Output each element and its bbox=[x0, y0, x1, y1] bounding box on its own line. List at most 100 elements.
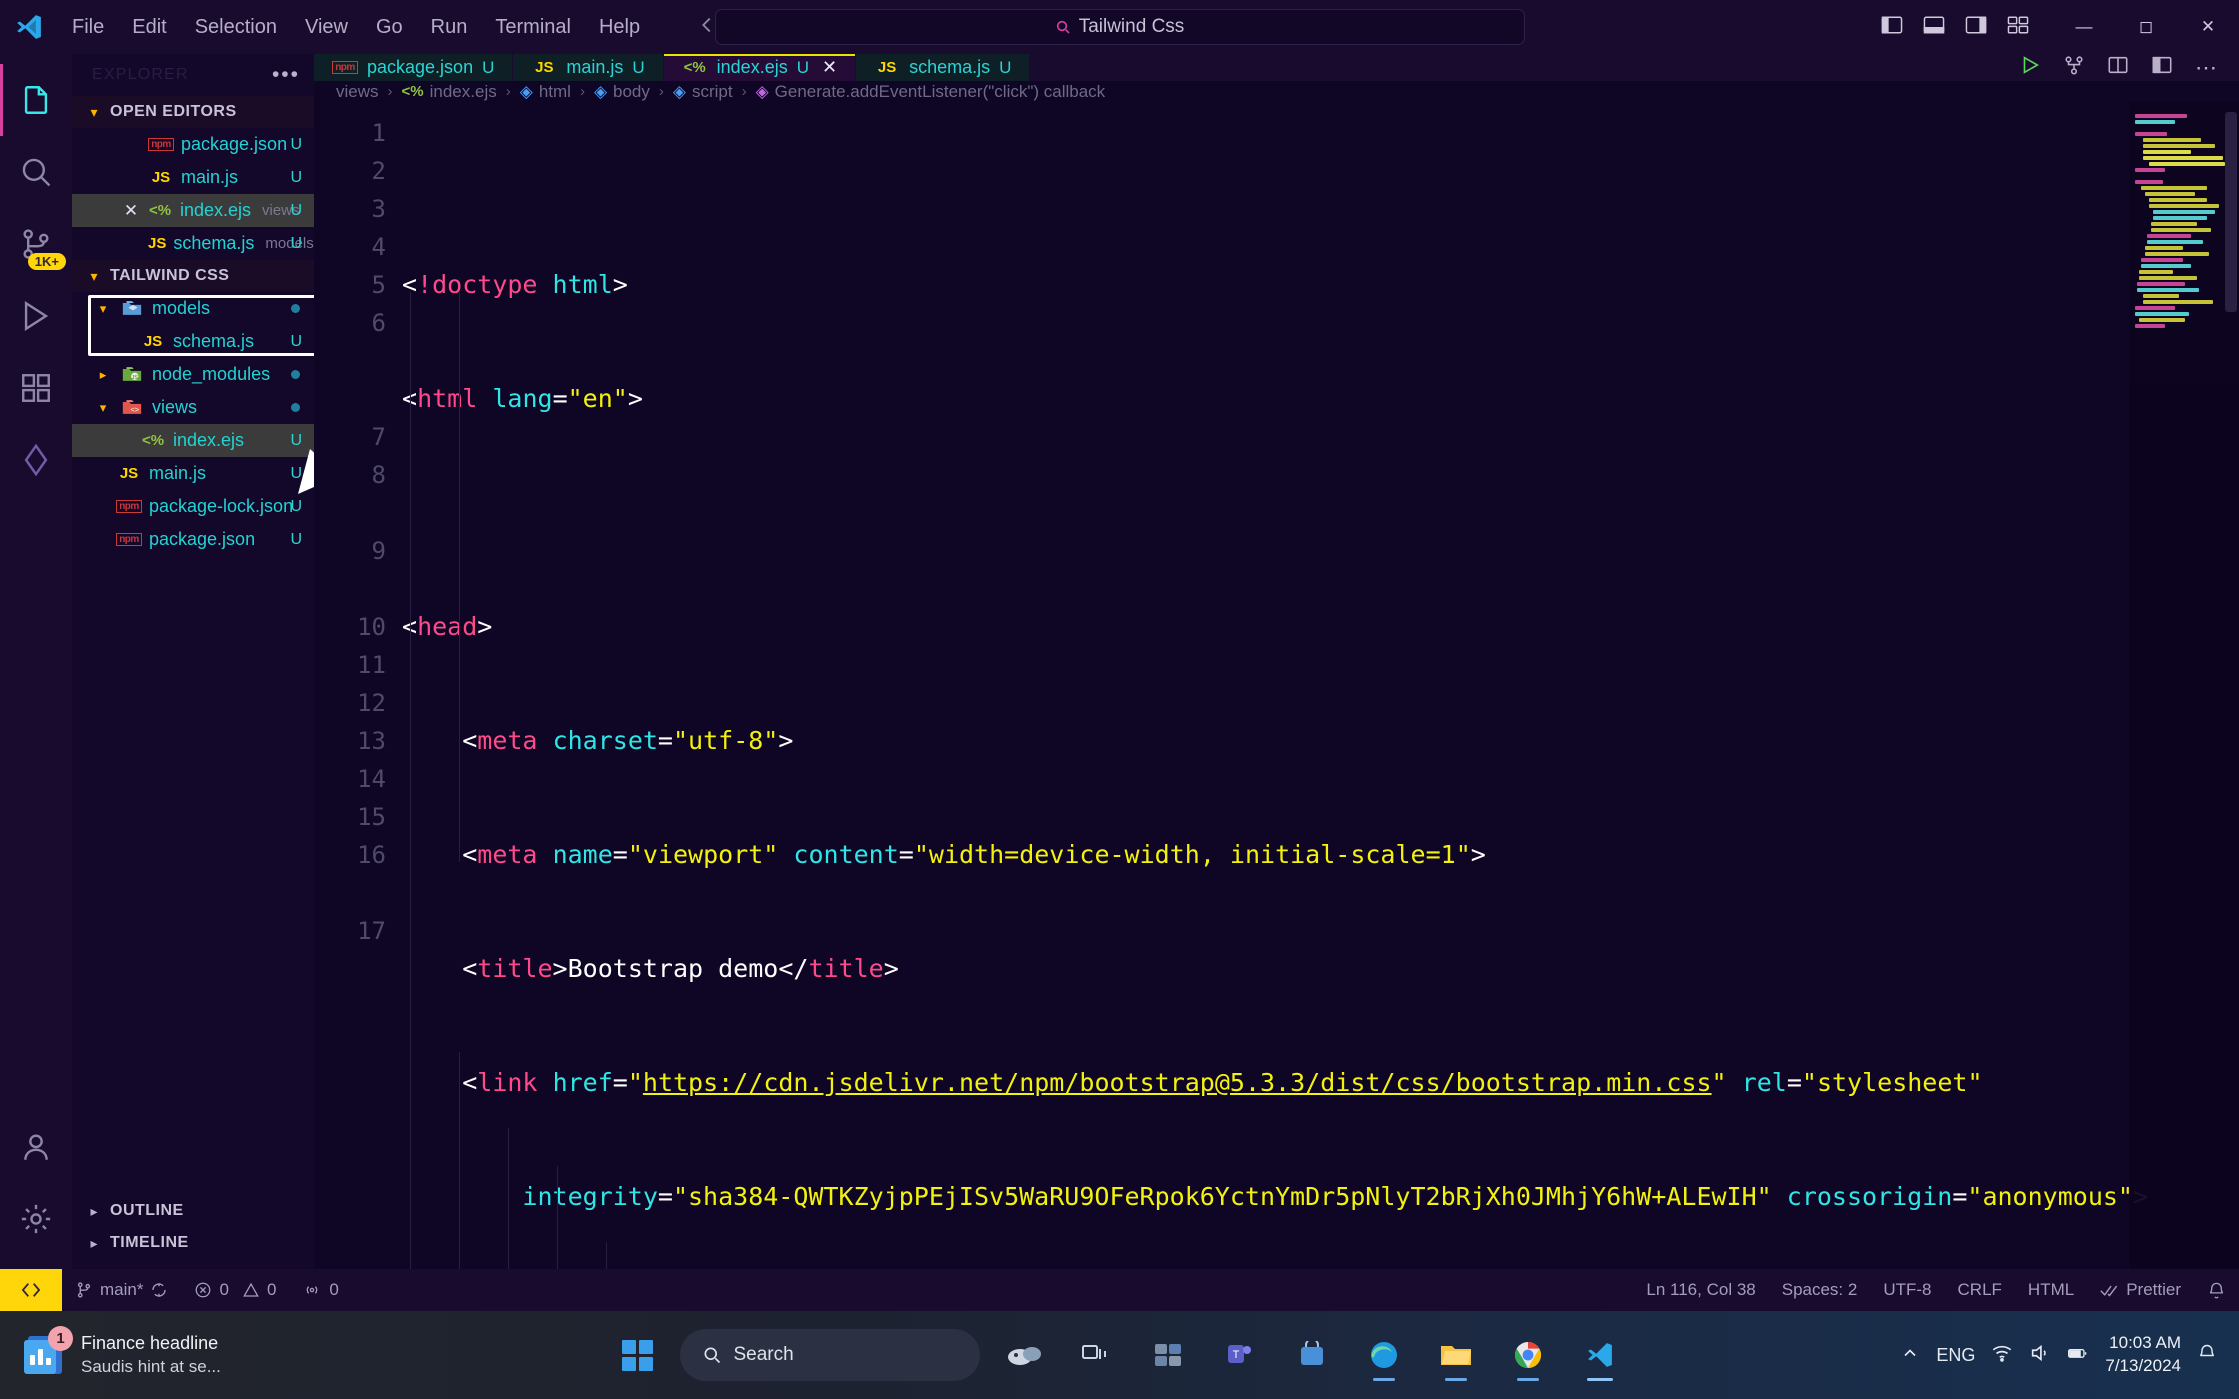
close-window-button[interactable]: ✕ bbox=[2177, 0, 2239, 54]
activity-accounts[interactable] bbox=[0, 1111, 72, 1183]
speaker-icon[interactable] bbox=[2029, 1342, 2051, 1369]
breadcrumb-callback[interactable]: ◈ Generate.addEventListener("click") cal… bbox=[756, 82, 1106, 102]
breadcrumb-html[interactable]: ◈ html bbox=[520, 82, 571, 102]
open-editor-index-ejs[interactable]: ✕ <% index.ejs views U bbox=[72, 194, 314, 227]
taskbar-vscode[interactable] bbox=[1572, 1327, 1628, 1383]
minimize-button[interactable]: — bbox=[2053, 0, 2115, 54]
breadcrumb-index-ejs[interactable]: <% index.ejs bbox=[402, 82, 497, 102]
activity-run-and-debug[interactable] bbox=[0, 280, 72, 352]
ellipsis-icon[interactable]: ⋯ bbox=[2195, 56, 2219, 78]
taskbar-store[interactable] bbox=[1284, 1327, 1340, 1383]
taskbar-search[interactable]: Search bbox=[679, 1329, 980, 1381]
close-icon[interactable]: ✕ bbox=[822, 57, 837, 78]
toggle-panel-icon[interactable] bbox=[1923, 15, 1945, 40]
tab-index-ejs[interactable]: <% index.ejs U ✕ bbox=[663, 54, 857, 81]
menu-edit[interactable]: Edit bbox=[118, 10, 180, 45]
status-indentation[interactable]: Spaces: 2 bbox=[1769, 1269, 1871, 1311]
taskbar-edge[interactable] bbox=[1356, 1327, 1412, 1383]
close-icon[interactable]: ✕ bbox=[122, 201, 140, 221]
split-horizontal-icon[interactable] bbox=[2107, 54, 2129, 81]
status-notifications[interactable] bbox=[2194, 1269, 2239, 1311]
activity-explorer[interactable] bbox=[0, 64, 72, 136]
activity-database[interactable] bbox=[0, 424, 72, 496]
battery-icon[interactable] bbox=[2067, 1342, 2089, 1369]
section-open-editors[interactable]: ▾ OPEN EDITORS bbox=[72, 96, 314, 128]
line-number: 13 bbox=[357, 727, 386, 756]
activity-search[interactable] bbox=[0, 136, 72, 208]
tree-file-package-lock-json[interactable]: npm package-lock.json U bbox=[72, 490, 314, 523]
debug-alt-icon[interactable] bbox=[2063, 54, 2085, 81]
breadcrumb-body[interactable]: ◈ body bbox=[594, 82, 650, 102]
toggle-primary-sidebar-icon[interactable] bbox=[1881, 15, 1903, 40]
taskbar-clock[interactable]: 10:03 AM 7/13/2024 bbox=[2105, 1332, 2181, 1378]
taskbar-copilot-icon[interactable] bbox=[996, 1327, 1052, 1383]
news-widget[interactable]: 1 Finance headline Saudis hint at se... bbox=[0, 1326, 430, 1377]
open-editor-main-js[interactable]: JS main.js U bbox=[72, 161, 314, 194]
status-eol[interactable]: CRLF bbox=[1945, 1269, 2015, 1311]
remote-window-button[interactable] bbox=[0, 1269, 62, 1311]
tree-file-schema-js[interactable]: JS schema.js U bbox=[72, 325, 314, 358]
tree-folder-node-modules[interactable]: ▸ JS node_modules bbox=[72, 358, 314, 391]
taskbar-widgets[interactable] bbox=[1140, 1327, 1196, 1383]
code-editor[interactable]: 1 2 3 4 5 6 7 8 9 10 11 12 13 14 15 16 1… bbox=[314, 102, 2239, 1269]
breadcrumb-views[interactable]: views bbox=[336, 82, 379, 102]
tree-file-main-js[interactable]: JS main.js U bbox=[72, 457, 314, 490]
open-editor-package-json[interactable]: npm package.json U bbox=[72, 128, 314, 161]
tree-folder-models[interactable]: ▾ models bbox=[72, 292, 314, 325]
play-icon[interactable] bbox=[2019, 54, 2041, 81]
tray-language-indicator[interactable]: ENG bbox=[1936, 1345, 1975, 1366]
taskbar-teams[interactable]: T bbox=[1212, 1327, 1268, 1383]
code-content[interactable]: <!doctype html> <html lang="en"> <head> … bbox=[402, 102, 2239, 1269]
tab-schema-js[interactable]: JS schema.js U bbox=[856, 54, 1031, 81]
status-ports[interactable]: 0 bbox=[289, 1269, 351, 1311]
status-formatter[interactable]: Prettier bbox=[2087, 1269, 2194, 1311]
tab-package-json[interactable]: npm package.json U bbox=[314, 54, 514, 81]
customize-layout-icon[interactable] bbox=[2007, 15, 2029, 40]
chevron-down-icon: ▾ bbox=[90, 267, 98, 284]
tab-main-js[interactable]: JS main.js U bbox=[513, 54, 664, 81]
menu-help[interactable]: Help bbox=[585, 10, 654, 45]
menu-file[interactable]: File bbox=[58, 10, 118, 45]
layout-panel-icon[interactable] bbox=[2151, 54, 2173, 81]
open-editor-schema-js[interactable]: JS schema.js models U bbox=[72, 227, 314, 260]
taskbar-file-explorer[interactable] bbox=[1428, 1327, 1484, 1383]
editor-scrollbar-thumb[interactable] bbox=[2225, 112, 2237, 313]
tree-file-package-json[interactable]: npm package.json U bbox=[72, 523, 314, 556]
taskbar-task-view[interactable] bbox=[1068, 1327, 1124, 1383]
activity-source-control[interactable]: 1K+ bbox=[0, 208, 72, 280]
menu-view[interactable]: View bbox=[291, 10, 362, 45]
section-outline[interactable]: ▸ OUTLINE bbox=[72, 1195, 314, 1227]
status-problems[interactable]: 0 0 bbox=[181, 1269, 289, 1311]
menu-selection[interactable]: Selection bbox=[181, 10, 291, 45]
taskbar-chrome[interactable] bbox=[1500, 1327, 1556, 1383]
wifi-icon[interactable] bbox=[1991, 1342, 2013, 1369]
status-language-mode[interactable]: HTML bbox=[2015, 1269, 2087, 1311]
activity-extensions[interactable] bbox=[0, 352, 72, 424]
tree-folder-views[interactable]: ▾ <> views bbox=[72, 391, 314, 424]
activity-settings[interactable] bbox=[0, 1183, 72, 1255]
toggle-secondary-sidebar-icon[interactable] bbox=[1965, 15, 1987, 40]
tab-label: schema.js bbox=[909, 57, 991, 77]
command-center-search[interactable]: Tailwind Css bbox=[714, 9, 1525, 45]
start-button[interactable] bbox=[612, 1329, 664, 1381]
maximize-button[interactable]: ◻ bbox=[2115, 0, 2177, 54]
sidebar-more-actions-button[interactable]: ••• bbox=[272, 64, 300, 85]
status-encoding[interactable]: UTF-8 bbox=[1870, 1269, 1944, 1311]
tray-expand-icon[interactable] bbox=[1900, 1343, 1920, 1368]
editor-minimap[interactable] bbox=[2129, 102, 2239, 1269]
menu-go[interactable]: Go bbox=[362, 10, 417, 45]
section-timeline[interactable]: ▸ TIMELINE bbox=[72, 1227, 314, 1259]
notification-center-icon[interactable] bbox=[2197, 1343, 2217, 1368]
tree-file-index-ejs[interactable]: <% index.ejs U bbox=[72, 424, 314, 457]
status-cursor-position[interactable]: Ln 116, Col 38 bbox=[1633, 1269, 1768, 1311]
breadcrumb-script[interactable]: ◈ script bbox=[673, 82, 733, 102]
breadcrumb-separator-icon: › bbox=[741, 83, 747, 101]
ejs-file-icon: <% bbox=[148, 202, 172, 219]
section-workspace[interactable]: ▾ TAILWIND CSS bbox=[72, 260, 314, 292]
symbol-field-icon: ◈ bbox=[519, 81, 533, 101]
tab-unsaved-mark: U bbox=[632, 57, 645, 77]
status-branch[interactable]: main* bbox=[62, 1269, 181, 1311]
menu-run[interactable]: Run bbox=[417, 10, 482, 45]
menu-terminal[interactable]: Terminal bbox=[481, 10, 585, 45]
svg-text:JS: JS bbox=[132, 375, 139, 381]
